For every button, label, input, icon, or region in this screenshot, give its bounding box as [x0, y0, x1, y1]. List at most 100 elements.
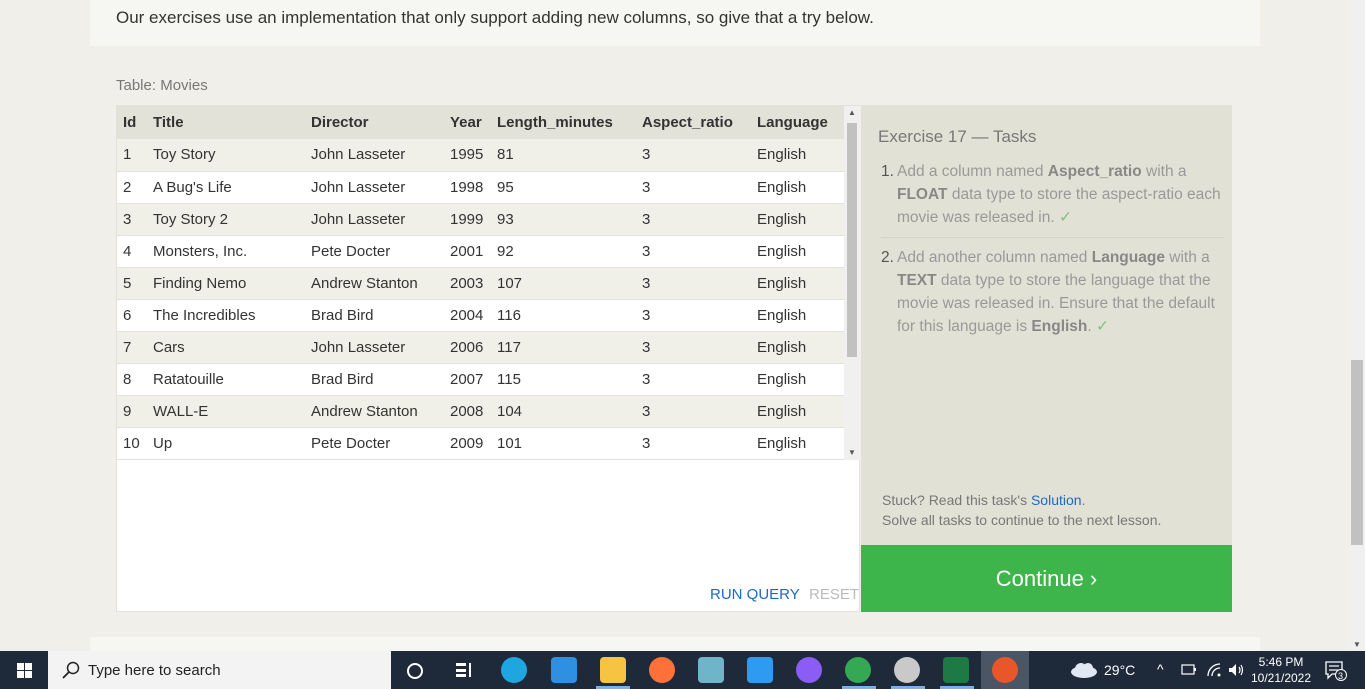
store-icon[interactable]: [551, 657, 577, 683]
table-cell: 3: [636, 395, 751, 428]
table-cell: 1999: [444, 203, 491, 236]
table-cell: 3: [117, 203, 147, 236]
table-cell: English: [751, 139, 844, 172]
task-text: with a: [1141, 163, 1187, 180]
table-cell: Brad Bird: [305, 363, 444, 396]
battery-icon[interactable]: [1181, 663, 1197, 677]
github-icon[interactable]: [796, 657, 822, 683]
active-app-icon: [992, 657, 1018, 683]
table-cell: Ratatouille: [147, 363, 305, 396]
table-row: 5 Finding Nemo Andrew Stanton 2003 107 3 Engli…: [117, 267, 844, 300]
chevron-up-icon[interactable]: ^: [1157, 661, 1164, 677]
table-cell: 3: [636, 171, 751, 204]
page-scrollbar-thumb[interactable]: [1351, 360, 1363, 545]
table-cell: 93: [491, 203, 636, 236]
help-text: Stuck? Read this task's Solution. Solve …: [882, 490, 1161, 530]
page-scrollbar[interactable]: ▼: [1349, 0, 1365, 651]
solve-all-text: Solve all tasks to continue to the next …: [882, 512, 1162, 528]
table-cell: 2008: [444, 395, 491, 428]
intro-panel: Our exercises use an implementation that…: [90, 0, 1260, 46]
vscode-icon[interactable]: [747, 657, 773, 683]
table-cell: John Lasseter: [305, 331, 444, 364]
cortana-icon[interactable]: [406, 662, 424, 680]
table-cell: A Bug's Life: [147, 171, 305, 204]
notification-count: 3: [1338, 671, 1344, 681]
table-cell: 3: [636, 331, 751, 364]
task-keyword: Language: [1091, 249, 1165, 266]
task-text: .: [1087, 318, 1092, 335]
table-cell: 101: [491, 427, 636, 460]
table-cell: 4: [117, 235, 147, 268]
task-item: 1. Add a column named Aspect_ratio with a…: [881, 160, 1224, 238]
windows-logo-icon: [17, 663, 32, 678]
scroll-down-arrow-icon[interactable]: ▼: [844, 446, 860, 460]
notification-center-icon[interactable]: [1325, 661, 1347, 681]
table-cell: 92: [491, 235, 636, 268]
next-section-panel: [90, 637, 1260, 651]
cloud-weather-icon[interactable]: [1069, 661, 1099, 679]
table-cell: Brad Bird: [305, 299, 444, 332]
task-keyword: TEXT: [897, 272, 937, 289]
system-clock[interactable]: 5:46 PM 10/21/2022: [1250, 654, 1312, 686]
notes-app-icon[interactable]: [698, 657, 724, 683]
taskbar-search-box[interactable]: Type here to search: [48, 651, 391, 689]
page-scroll-down-arrow-icon[interactable]: ▼: [1349, 640, 1365, 649]
table-cell: English: [751, 363, 844, 396]
task-keyword: English: [1031, 318, 1088, 335]
column-header: Language: [751, 106, 844, 139]
column-header: Director: [305, 106, 444, 139]
task-view-icon[interactable]: [455, 662, 473, 678]
table-cell: 3: [636, 139, 751, 172]
checkmark-icon: ✓: [1058, 209, 1072, 226]
checkmark-icon: ✓: [1096, 318, 1110, 335]
solution-link[interactable]: Solution: [1031, 492, 1082, 508]
excel-icon[interactable]: [943, 657, 969, 683]
scroll-up-arrow-icon[interactable]: ▲: [844, 106, 860, 120]
reset-button[interactable]: RESET: [809, 586, 859, 603]
table-cell: 2: [117, 171, 147, 204]
table-cell: Andrew Stanton: [305, 395, 444, 428]
run-query-button[interactable]: RUN QUERY: [710, 586, 800, 603]
table-cell: Toy Story 2: [147, 203, 305, 236]
table-cell: English: [751, 299, 844, 332]
file-explorer-icon[interactable]: [600, 657, 626, 683]
speaker-icon[interactable]: [1227, 662, 1245, 678]
start-button[interactable]: [0, 651, 48, 689]
table-cell: WALL-E: [147, 395, 305, 428]
table-cell: English: [751, 427, 844, 460]
snipping-tool-icon[interactable]: [894, 657, 920, 683]
results-table-viewport[interactable]: Id Title Director Year Length_minutes As…: [117, 106, 860, 460]
table-row: 6 The Incredibles Brad Bird 2004 116 3 English: [117, 299, 844, 332]
table-cell: 5: [117, 267, 147, 300]
table-cell: English: [751, 235, 844, 268]
scrollbar-thumb[interactable]: [847, 123, 857, 357]
table-cell: 2007: [444, 363, 491, 396]
table-cell: 3: [636, 427, 751, 460]
task-keyword: FLOAT: [897, 186, 948, 203]
table-cell: Monsters, Inc.: [147, 235, 305, 268]
weather-temperature[interactable]: 29°C: [1104, 662, 1135, 678]
table-cell: 81: [491, 139, 636, 172]
continue-button[interactable]: Continue ›: [861, 545, 1232, 612]
table-row: 3 Toy Story 2 John Lasseter 1999 93 3 English: [117, 203, 844, 236]
table-cell: English: [751, 331, 844, 364]
results-scrollbar[interactable]: ▲ ▼: [844, 106, 860, 460]
active-app-highlight[interactable]: [981, 651, 1029, 689]
table-cell: 6: [117, 299, 147, 332]
table-cell: Cars: [147, 331, 305, 364]
table-cell: 95: [491, 171, 636, 204]
firefox-icon[interactable]: [649, 657, 675, 683]
table-cell: Pete Docter: [305, 235, 444, 268]
chrome-icon[interactable]: [845, 657, 871, 683]
column-header: Year: [444, 106, 491, 139]
stuck-text: .: [1081, 492, 1086, 508]
clock-date: 10/21/2022: [1250, 671, 1312, 685]
edge-icon[interactable]: [501, 657, 527, 683]
table-cell: 115: [491, 363, 636, 396]
table-cell: Pete Docter: [305, 427, 444, 460]
query-results-panel: Id Title Director Year Length_minutes As…: [116, 105, 860, 612]
wifi-icon[interactable]: [1206, 662, 1222, 678]
table-cell: 9: [117, 395, 147, 428]
task-number: 1.: [881, 163, 894, 180]
task-number: 2.: [881, 249, 894, 266]
